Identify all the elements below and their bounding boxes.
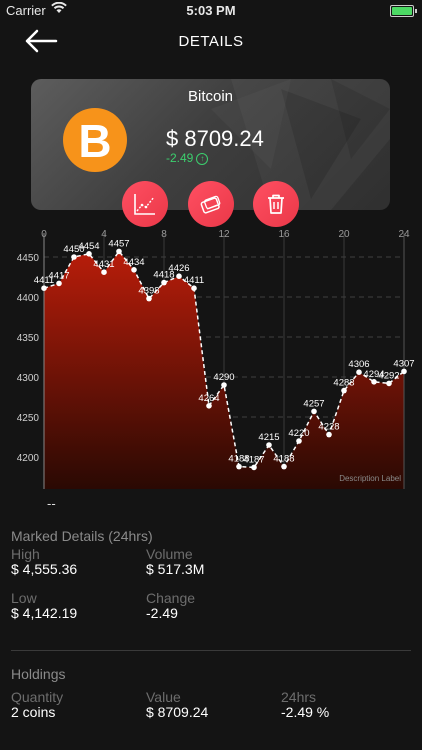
data-label: 4457 <box>108 238 129 249</box>
chart-point <box>401 368 407 375</box>
change-label: Change <box>146 590 196 606</box>
change-value: -2.49 <box>146 605 178 621</box>
chart-point <box>176 273 182 279</box>
holding-24h-label: 24hrs <box>281 689 317 705</box>
chart-point <box>71 254 77 260</box>
bitcoin-logo-icon: B <box>63 108 127 172</box>
data-label: 4283 <box>333 378 354 389</box>
chart-point <box>386 380 392 387</box>
holding-value-label: Value <box>146 689 181 705</box>
action-buttons <box>0 181 422 227</box>
data-label: 4426 <box>168 263 189 274</box>
chart-point <box>146 295 152 302</box>
status-bar: Carrier 5:03 PM <box>0 0 422 22</box>
data-label: 4411 <box>184 275 204 286</box>
status-time: 5:03 PM <box>186 3 236 18</box>
chart-point <box>326 431 332 438</box>
low-value: $ 4,142.19 <box>11 605 78 621</box>
coin-price: $ 8709.24 <box>166 126 264 151</box>
y-tick-label: 4300 <box>17 373 40 384</box>
chart-point <box>116 248 122 255</box>
y-tick-label: 4450 <box>17 253 40 264</box>
data-label: 4307 <box>393 358 414 369</box>
x-tick-label: 20 <box>338 229 350 240</box>
y-tick-label: 4250 <box>17 413 40 424</box>
x-tick-label: 8 <box>161 229 167 240</box>
data-label: 4228 <box>318 422 339 433</box>
coin-change: -2.49 ↑ <box>166 151 209 165</box>
low-label: Low <box>11 590 37 606</box>
chart-point <box>311 408 317 415</box>
chart-point <box>266 442 272 448</box>
chart-point <box>86 251 92 257</box>
chart-point <box>281 463 287 470</box>
battery-icon <box>390 5 417 17</box>
price-chart[interactable]: 04812162024420042504300435044004450 4411… <box>0 227 422 517</box>
quantity-label: Quantity <box>11 689 64 705</box>
chart-point <box>131 267 137 273</box>
chart-point <box>206 403 212 409</box>
chart-point <box>371 379 377 385</box>
holdings-title: Holdings <box>11 666 66 682</box>
navigation-bar: DETAILS <box>0 24 422 58</box>
chart-point <box>41 285 47 291</box>
chart-point <box>56 280 62 287</box>
holding-value: $ 8709.24 <box>146 704 209 720</box>
chart-point <box>161 279 167 286</box>
data-label: 4257 <box>303 398 324 409</box>
y-tick-label: 4400 <box>17 293 40 304</box>
chart-point <box>341 387 347 394</box>
data-label: 4215 <box>258 432 279 443</box>
divider <box>11 650 411 651</box>
wallet-button[interactable] <box>188 181 234 227</box>
x-tick-label: 12 <box>218 229 230 240</box>
volume-label: Volume <box>146 546 193 562</box>
data-label: 4292 <box>378 370 399 381</box>
high-label: High <box>11 546 40 562</box>
volume-value: $ 517.3M <box>146 561 205 577</box>
y-tick-label: 4350 <box>17 333 40 344</box>
data-label: 4188 <box>273 454 294 465</box>
coin-change-value: -2.49 <box>166 151 194 165</box>
delete-button[interactable] <box>253 181 299 227</box>
bitcoin-symbol: B <box>78 115 112 167</box>
data-label: 4417 <box>48 270 69 281</box>
quantity-value: 2 coins <box>11 704 56 720</box>
chart-point <box>101 269 107 275</box>
data-label: 4187 <box>243 454 264 465</box>
chart-description-label: Description Label <box>339 474 401 483</box>
chart-point <box>356 369 362 375</box>
chart-point <box>221 382 227 388</box>
page-title: DETAILS <box>178 33 244 50</box>
data-label: 4431 <box>93 259 114 270</box>
market-details-title: Marked Details (24hrs) <box>11 528 153 544</box>
data-label: 4454 <box>78 241 99 252</box>
data-label: 4264 <box>198 393 219 404</box>
x-tick-label: 4 <box>101 229 107 240</box>
chart-point <box>191 285 197 291</box>
x-tick-label: 16 <box>278 229 290 240</box>
holding-24h-value: -2.49 % <box>281 704 330 720</box>
chart-point <box>296 438 302 444</box>
y-tick-label: 4200 <box>17 453 40 464</box>
coin-name: Bitcoin <box>187 88 234 105</box>
data-label: 4290 <box>213 372 234 383</box>
chart-point <box>251 464 257 471</box>
chart-point <box>236 463 242 470</box>
data-label: 4398 <box>138 286 159 297</box>
arrow-up-circle-icon: ↑ <box>196 152 209 165</box>
high-value: $ 4,555.36 <box>11 561 78 577</box>
data-label: 4434 <box>123 257 144 268</box>
chart-button[interactable] <box>122 181 168 227</box>
data-label: 4220 <box>288 428 309 439</box>
selected-value-label: -- <box>47 496 56 511</box>
